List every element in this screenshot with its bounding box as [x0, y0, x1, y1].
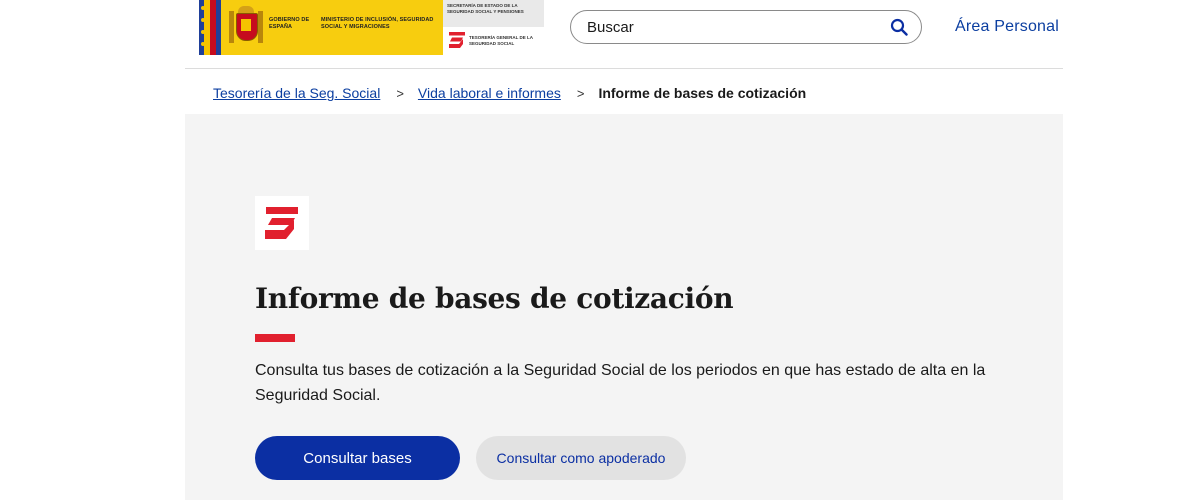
gobierno-de-espana-logo: GOBIERNO DE ESPAÑA MINISTERIO DE INCLUSI… — [221, 0, 443, 55]
service-hero-panel: Informe de bases de cotización Consulta … — [185, 114, 1063, 500]
tgss-logo-icon — [265, 207, 298, 239]
ministry-label: MINISTERIO DE INCLUSIÓN, SEGURIDAD SOCIA… — [321, 17, 434, 30]
tgss-logo — [255, 196, 309, 250]
tgss-logo-small-icon — [449, 32, 465, 48]
breadcrumb-link-vida-laboral[interactable]: Vida laboral e informes — [418, 85, 561, 101]
breadcrumb: Tesorería de la Seg. Social > Vida labor… — [213, 83, 806, 103]
search-box[interactable] — [570, 10, 922, 44]
eu-flag-strip — [199, 0, 221, 55]
page-description: Consulta tus bases de cotización a la Se… — [255, 362, 986, 404]
breadcrumb-current: Informe de bases de cotización — [598, 85, 807, 101]
breadcrumb-separator: > — [576, 85, 585, 101]
gov-label: GOBIERNO DE ESPAÑA — [269, 17, 310, 30]
breadcrumb-link-tesoreria[interactable]: Tesorería de la Seg. Social — [213, 85, 380, 101]
breadcrumb-separator: > — [396, 85, 404, 101]
search-icon[interactable] — [890, 18, 908, 36]
consultar-como-apoderado-button[interactable]: Consultar como apoderado — [476, 436, 686, 480]
consultar-bases-button[interactable]: Consultar bases — [255, 436, 460, 480]
government-logo-block[interactable]: GOBIERNO DE ESPAÑA MINISTERIO DE INCLUSI… — [199, 0, 544, 55]
coat-of-arms-icon — [227, 5, 265, 49]
search-input[interactable] — [585, 17, 879, 37]
title-accent-bar — [255, 334, 295, 342]
secretary-label: SECRETARÍA DE ESTADO DE LA SEGURIDAD SOC… — [447, 3, 524, 14]
page-title: Informe de bases de cotización — [255, 282, 734, 315]
area-personal-link[interactable]: Área Personal — [955, 18, 1059, 36]
secretary-logo: SECRETARÍA DE ESTADO DE LA SEGURIDAD SOC… — [443, 0, 544, 55]
header-divider — [185, 68, 1063, 69]
tgss-label: TESORERÍA GENERAL DE LA SEGURIDAD SOCIAL — [469, 35, 533, 46]
